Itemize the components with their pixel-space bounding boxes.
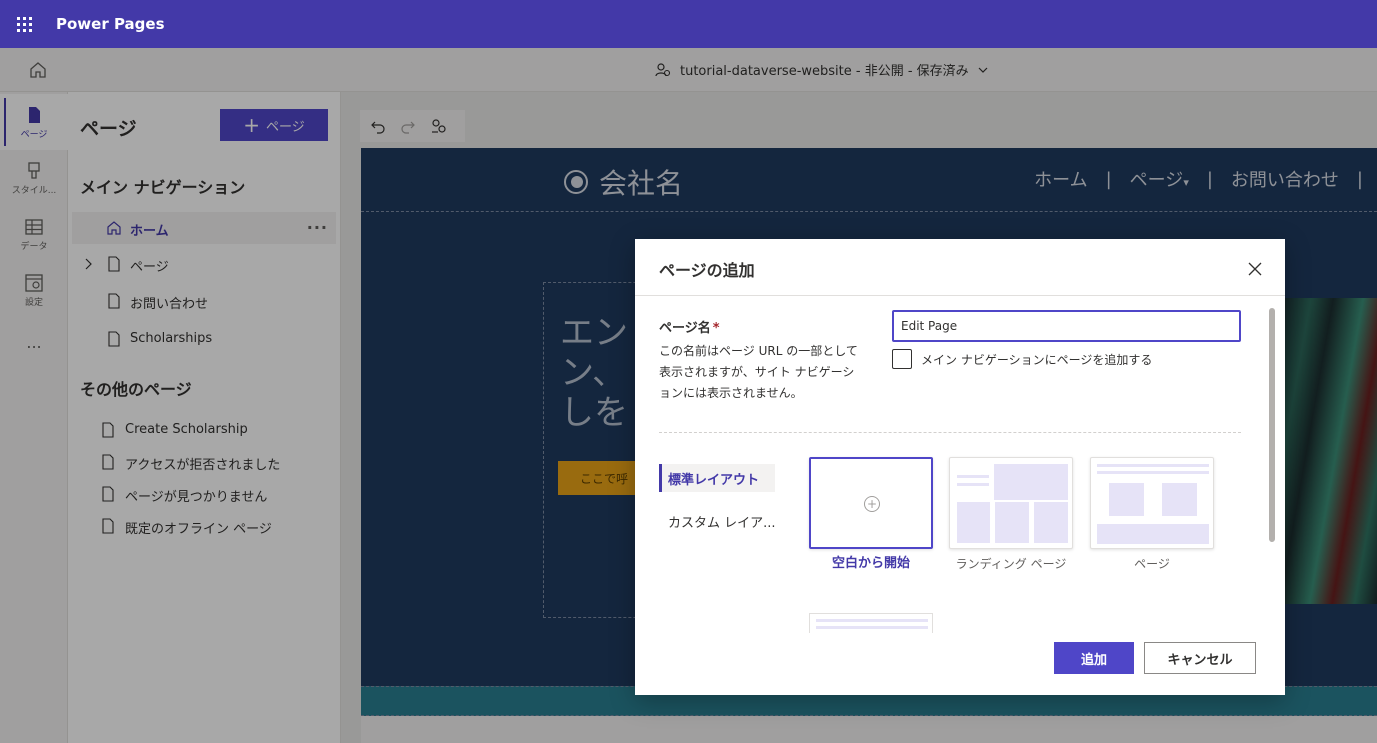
add-page-dialog: ページの追加 ページ名 * この名前はページ URL の一部として表示されますが、… bbox=[635, 239, 1285, 695]
dialog-scrollbar[interactable] bbox=[1269, 308, 1275, 542]
dialog-divider bbox=[635, 295, 1285, 296]
template-partial[interactable] bbox=[809, 613, 933, 633]
template-landing-page[interactable] bbox=[949, 457, 1073, 549]
template-page-label: ページ bbox=[1134, 557, 1170, 571]
tab-custom-layout[interactable]: カスタム レイア... bbox=[659, 507, 775, 535]
template-landing-label: ランディング ページ bbox=[955, 557, 1067, 571]
add-to-nav-option[interactable]: メイン ナビゲーションにページを追加する bbox=[892, 349, 1152, 369]
page-name-label: ページ名 * bbox=[659, 321, 720, 336]
plus-circle-icon: + bbox=[864, 496, 880, 512]
add-button[interactable]: 追加 bbox=[1054, 642, 1134, 674]
template-page[interactable] bbox=[1090, 457, 1214, 549]
close-icon bbox=[1248, 262, 1262, 276]
app-name[interactable]: Power Pages bbox=[56, 15, 165, 33]
dialog-title: ページの追加 bbox=[659, 261, 755, 280]
waffle-icon bbox=[16, 16, 32, 32]
template-blank[interactable]: + bbox=[809, 457, 933, 549]
app-launcher-button[interactable] bbox=[0, 0, 48, 48]
tab-standard-layout[interactable]: 標準レイアウト bbox=[659, 464, 775, 492]
template-blank-label: 空白から開始 bbox=[831, 556, 910, 571]
page-name-description: この名前はページ URL の一部として表示されますが、サイト ナビゲーションには… bbox=[659, 344, 858, 400]
add-to-nav-checkbox[interactable] bbox=[892, 349, 912, 369]
add-to-nav-label: メイン ナビゲーションにページを追加する bbox=[921, 352, 1153, 367]
top-bar: Power Pages bbox=[0, 0, 1377, 48]
required-mark: * bbox=[712, 321, 720, 336]
cancel-button[interactable]: キャンセル bbox=[1144, 642, 1256, 674]
section-divider bbox=[659, 432, 1241, 433]
page-name-input[interactable] bbox=[892, 310, 1241, 342]
close-button[interactable] bbox=[1245, 259, 1265, 279]
